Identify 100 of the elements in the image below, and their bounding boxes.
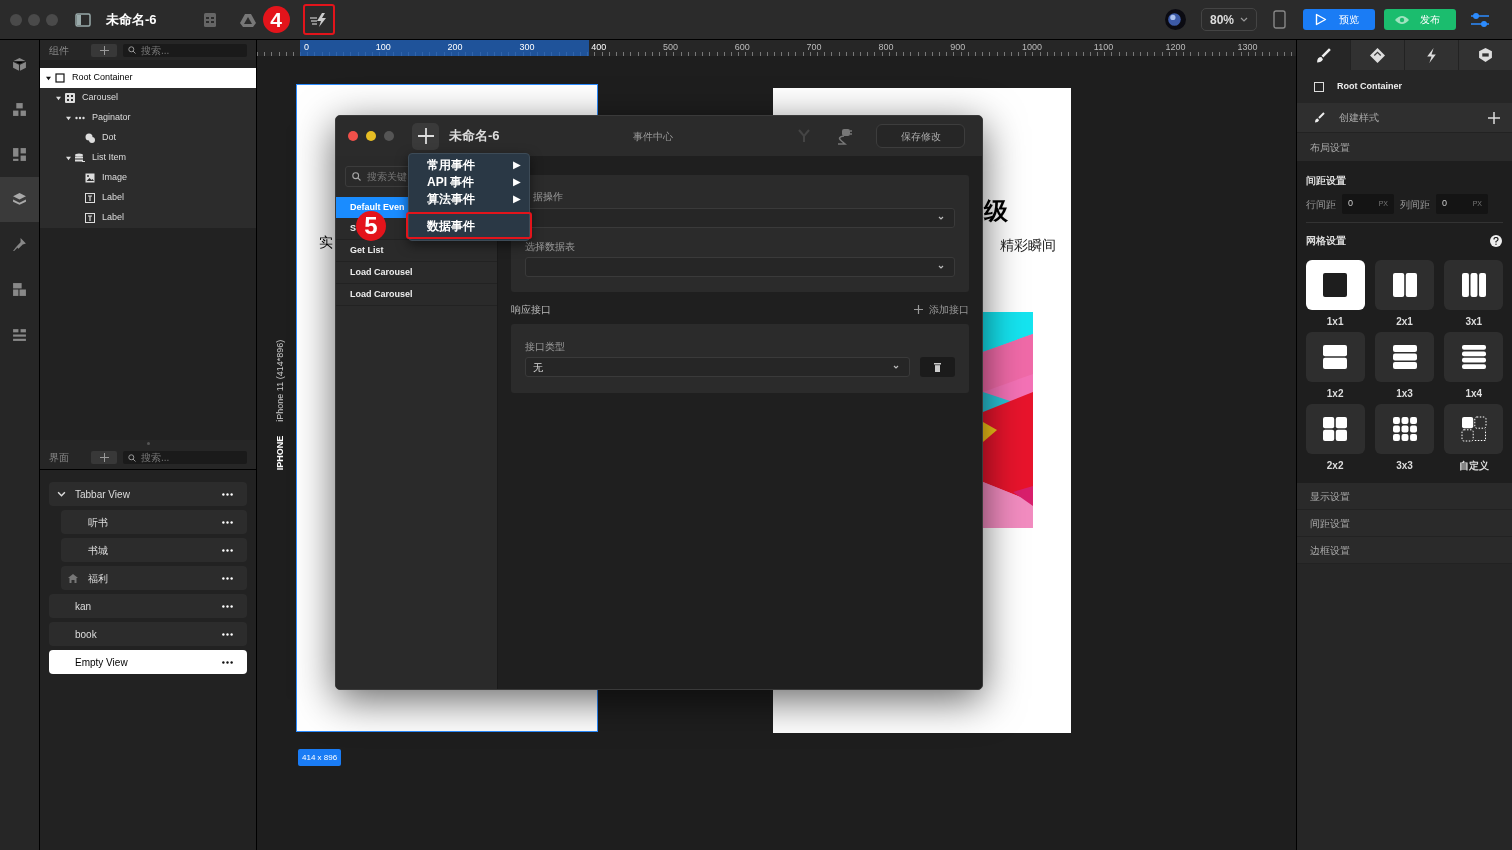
tree-item[interactable]: List Item — [40, 148, 256, 168]
avatar-icon[interactable] — [1165, 9, 1186, 30]
page-item[interactable]: kan — [49, 594, 247, 618]
grid-icon — [65, 93, 75, 103]
page-item[interactable]: 听书 — [61, 510, 247, 534]
document-icon[interactable] — [202, 11, 217, 28]
section-title: 布局设置 — [1310, 140, 1350, 155]
tree-item[interactable]: Image — [40, 168, 256, 188]
step-badge: 4 — [262, 6, 290, 33]
chevron-down-icon — [938, 216, 944, 220]
brush-icon — [12, 237, 27, 252]
caret-icon[interactable] — [46, 75, 51, 81]
ruler-label: 600 — [734, 41, 750, 54]
add-interface-button[interactable]: 添加接口 — [914, 301, 969, 317]
plus-icon — [417, 128, 434, 144]
inspector-tab[interactable] — [1350, 40, 1404, 70]
grid-layout-option[interactable] — [1305, 404, 1365, 454]
menu-item[interactable]: API 事件 ▶ — [409, 173, 529, 190]
page-item[interactable]: book — [49, 622, 247, 646]
grid-layout-option[interactable] — [1444, 332, 1504, 382]
grid-layout-icon — [1391, 344, 1418, 370]
more-icon[interactable] — [222, 632, 233, 636]
tree-item[interactable]: Dot — [40, 128, 256, 148]
window-close-button[interactable] — [348, 131, 358, 141]
section-header[interactable]: 显示设置 — [1297, 483, 1512, 510]
element-name: Root Container — [1337, 79, 1402, 93]
tree-item[interactable]: Label — [40, 188, 256, 208]
triangle-icon[interactable] — [239, 12, 256, 27]
caret-icon[interactable] — [66, 155, 71, 161]
section-header[interactable]: 间距设置 — [1297, 510, 1512, 537]
caret-icon[interactable] — [56, 95, 61, 101]
grid-layout-icon — [1322, 344, 1349, 370]
ruler-label: 800 — [878, 41, 894, 54]
preview-button[interactable]: 预览 — [1303, 9, 1375, 30]
plus-icon — [99, 45, 109, 55]
zoom-dropdown[interactable]: 80% — [1201, 8, 1257, 31]
grid-layout-icon — [1391, 272, 1418, 298]
field-label: 选择数据表 — [525, 241, 576, 253]
add-event-button[interactable] — [412, 122, 439, 150]
section-header[interactable]: 边框设置 — [1297, 537, 1512, 564]
grid-layout-option[interactable] — [1444, 404, 1504, 454]
more-icon[interactable] — [222, 660, 233, 664]
grid-layout-option[interactable] — [1375, 260, 1434, 310]
page-item[interactable]: Tabbar View — [49, 482, 247, 506]
menu-item[interactable]: 数据事件 — [406, 212, 532, 239]
add-button[interactable] — [91, 451, 117, 464]
phone-icon[interactable] — [1273, 10, 1286, 29]
more-icon[interactable] — [222, 604, 233, 608]
field-label: 据操作 — [533, 191, 564, 203]
grid-layout-icon — [1460, 416, 1487, 442]
chevron-icon[interactable] — [57, 491, 66, 497]
more-icon[interactable] — [222, 548, 233, 552]
checkbox[interactable] — [1314, 81, 1324, 92]
interface-type-dropdown[interactable]: 无 — [525, 357, 910, 377]
page-item[interactable]: 福利 — [61, 566, 247, 590]
grid-layout-option[interactable] — [1375, 332, 1434, 382]
resize-handle[interactable] — [146, 441, 150, 445]
ruler-label: 0 — [304, 41, 309, 54]
page-item[interactable]: Empty View — [49, 650, 247, 674]
help-icon[interactable] — [1490, 234, 1502, 247]
grid-layout-option[interactable] — [1305, 260, 1365, 310]
create-style-row[interactable]: 创建样式 — [1297, 103, 1512, 132]
tree-item[interactable]: Carousel — [40, 88, 256, 108]
tree-item[interactable]: Label — [40, 208, 256, 228]
more-icon[interactable] — [222, 492, 233, 496]
tree-item[interactable]: Root Container — [40, 68, 256, 88]
ruler-label: 1300 — [1237, 41, 1258, 54]
device-label: iPhone 11 (414*896) — [274, 339, 287, 422]
ruler-label: 300 — [519, 41, 535, 54]
document-title: 未命名-6 — [449, 127, 500, 146]
menu-item[interactable]: 常用事件 ▶ — [409, 156, 529, 173]
option-label: 1x3 — [1396, 388, 1413, 400]
grid-layout-option[interactable] — [1375, 404, 1434, 454]
option-label: 2x1 — [1396, 316, 1413, 328]
inspector-tab[interactable] — [1458, 40, 1512, 70]
page-item[interactable]: 书城 — [61, 538, 247, 562]
events-button[interactable] — [302, 4, 335, 35]
tree-item[interactable]: Paginator — [40, 108, 256, 128]
ruler-label: 1100 — [1093, 41, 1114, 54]
search-field[interactable]: 搜索... — [123, 451, 247, 464]
grid-layout-option[interactable] — [1305, 332, 1365, 382]
sidebar-toggle-icon[interactable] — [75, 12, 91, 27]
plus-icon[interactable] — [1488, 111, 1500, 124]
search-field[interactable]: 搜索... — [123, 43, 247, 57]
section-title: 响应接口 — [511, 302, 551, 317]
delete-button[interactable] — [920, 357, 955, 377]
search-icon — [352, 172, 361, 181]
play-icon — [1315, 13, 1327, 26]
sliders-icon[interactable] — [1470, 10, 1490, 29]
menu-item[interactable]: 算法事件 ▶ — [409, 190, 529, 207]
grid-layout-option[interactable] — [1444, 260, 1504, 310]
grid-layout-icon — [1322, 416, 1349, 442]
add-button[interactable] — [91, 43, 117, 57]
more-icon[interactable] — [222, 576, 233, 580]
window-minimize-button[interactable] — [366, 131, 376, 141]
plug-icon[interactable] — [836, 127, 852, 145]
chevron-down-icon — [1240, 17, 1248, 22]
save-button[interactable]: 保存修改 — [876, 124, 965, 148]
more-icon[interactable] — [222, 520, 233, 524]
caret-icon[interactable] — [66, 115, 71, 121]
